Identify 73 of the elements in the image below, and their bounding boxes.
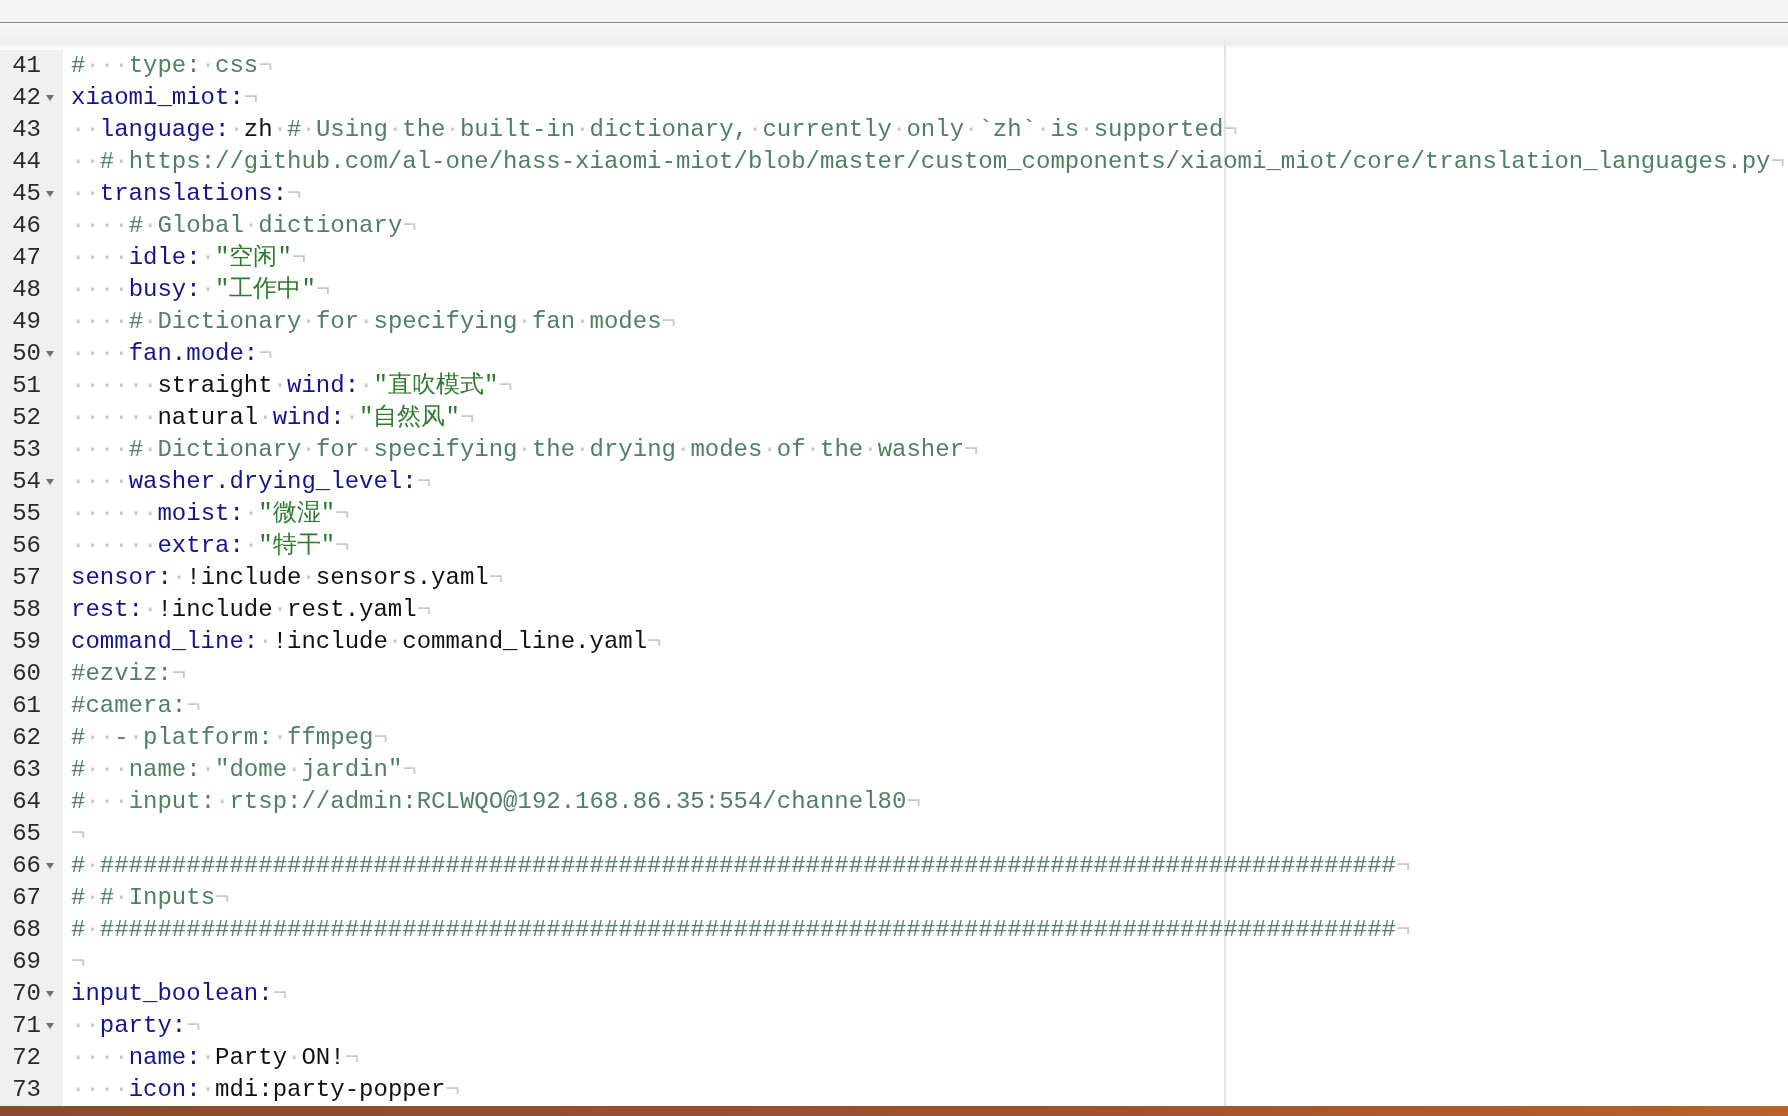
line-number: 41 (12, 51, 41, 81)
code-line: ······moist:·"微湿"¬ (71, 499, 350, 529)
line-number: 42 (12, 83, 41, 113)
code-line: ··party:¬ (71, 1011, 201, 1041)
line-number: 66 (12, 851, 41, 881)
fold-arrow-icon[interactable] (45, 862, 55, 870)
fold-arrow-icon[interactable] (45, 94, 55, 102)
code-line: ····name:·Party·ON!¬ (71, 1043, 360, 1073)
line-number: 71 (12, 1011, 41, 1041)
line-number: 48 (12, 275, 41, 305)
fold-arrow-icon[interactable] (45, 1022, 55, 1030)
code-line: ······straight·wind:·"直吹模式"¬ (71, 371, 513, 401)
code-line: #camera:¬ (71, 691, 201, 721)
code-line: ··#·https://github.com/al-one/hass-xiaomi-miot/blob/master/custom_components/xiaomi_miot/core/translation_languages.py¬ (71, 147, 1785, 177)
code-line: command_line:·!include·command_line.yaml¬ (71, 627, 662, 657)
code-line: ····#·Dictionary·for·specifying·fan·modes¬ (71, 307, 676, 337)
line-number: 64 (12, 787, 41, 817)
code-line: ··translations:¬ (71, 179, 302, 209)
code-line: #···input:·rtsp://admin:RCLWQO@192.168.86.35:554/channel80¬ (71, 787, 921, 817)
code-line: #···type:·css¬ (71, 51, 273, 81)
line-number: 56 (12, 531, 41, 561)
line-number: 43 (12, 115, 41, 145)
code-line: ······natural·wind:·"自然风"¬ (71, 403, 475, 433)
line-number: 62 (12, 723, 41, 753)
line-number: 45 (12, 179, 41, 209)
code-line: ····idle:·"空闲"¬ (71, 243, 307, 273)
code-line: #·##########################################################################################¬ (71, 851, 1411, 881)
fold-arrow-icon[interactable] (45, 478, 55, 486)
line-number: 50 (12, 339, 41, 369)
code-line: ······extra:·"特干"¬ (71, 531, 350, 561)
line-number: 65 (12, 819, 41, 849)
line-number: 63 (12, 755, 41, 785)
code-line: ····fan.mode:¬ (71, 339, 273, 369)
line-number: 70 (12, 979, 41, 1009)
line-number: 54 (12, 467, 41, 497)
line-number: 68 (12, 915, 41, 945)
line-number: 47 (12, 243, 41, 273)
code-line: rest:·!include·rest.yaml¬ (71, 595, 432, 625)
line-number: 51 (12, 371, 41, 401)
fold-arrow-icon[interactable] (45, 350, 55, 358)
line-number: 57 (12, 563, 41, 593)
code-line: ····busy:·"工作中"¬ (71, 275, 331, 305)
code-line: ¬ (71, 947, 86, 977)
line-number: 72 (12, 1043, 41, 1073)
line-number: 58 (12, 595, 41, 625)
code-line: ····#·Global·dictionary¬ (71, 211, 417, 241)
line-number: 59 (12, 627, 41, 657)
code-line: xiaomi_miot:¬ (71, 83, 259, 113)
fold-arrow-icon[interactable] (45, 190, 55, 198)
code-line: ¬ (71, 819, 86, 849)
line-number: 67 (12, 883, 41, 913)
line-number: 53 (12, 435, 41, 465)
code-line: ····washer.drying_level:¬ (71, 467, 432, 497)
code-line: ··language:·zh·#·Using·the·built-in·dictionary,·currently·only·`zh`·is·supported¬ (71, 115, 1238, 145)
code-line: ····icon:·mdi:party-popper¬ (71, 1075, 460, 1105)
line-number: 55 (12, 499, 41, 529)
code-line: #ezviz:¬ (71, 659, 187, 689)
line-number: 61 (12, 691, 41, 721)
code-line: input_boolean:¬ (71, 979, 288, 1009)
code-line: #·##########################################################################################¬ (71, 915, 1411, 945)
line-number: 52 (12, 403, 41, 433)
line-number: 73 (12, 1075, 41, 1105)
line-number: 49 (12, 307, 41, 337)
code-line: #···name:·"dome·jardin"¬ (71, 755, 417, 785)
code-line: sensor:·!include·sensors.yaml¬ (71, 563, 504, 593)
line-number: 69 (12, 947, 41, 977)
line-number: 46 (12, 211, 41, 241)
fold-arrow-icon[interactable] (45, 990, 55, 998)
code-line: #··-·platform:·ffmpeg¬ (71, 723, 388, 753)
line-number: 60 (12, 659, 41, 689)
code-line: ····#·Dictionary·for·specifying·the·drying·modes·of·the·washer¬ (71, 435, 979, 465)
line-number: 44 (12, 147, 41, 177)
code-line: #·#·Inputs¬ (71, 883, 230, 913)
